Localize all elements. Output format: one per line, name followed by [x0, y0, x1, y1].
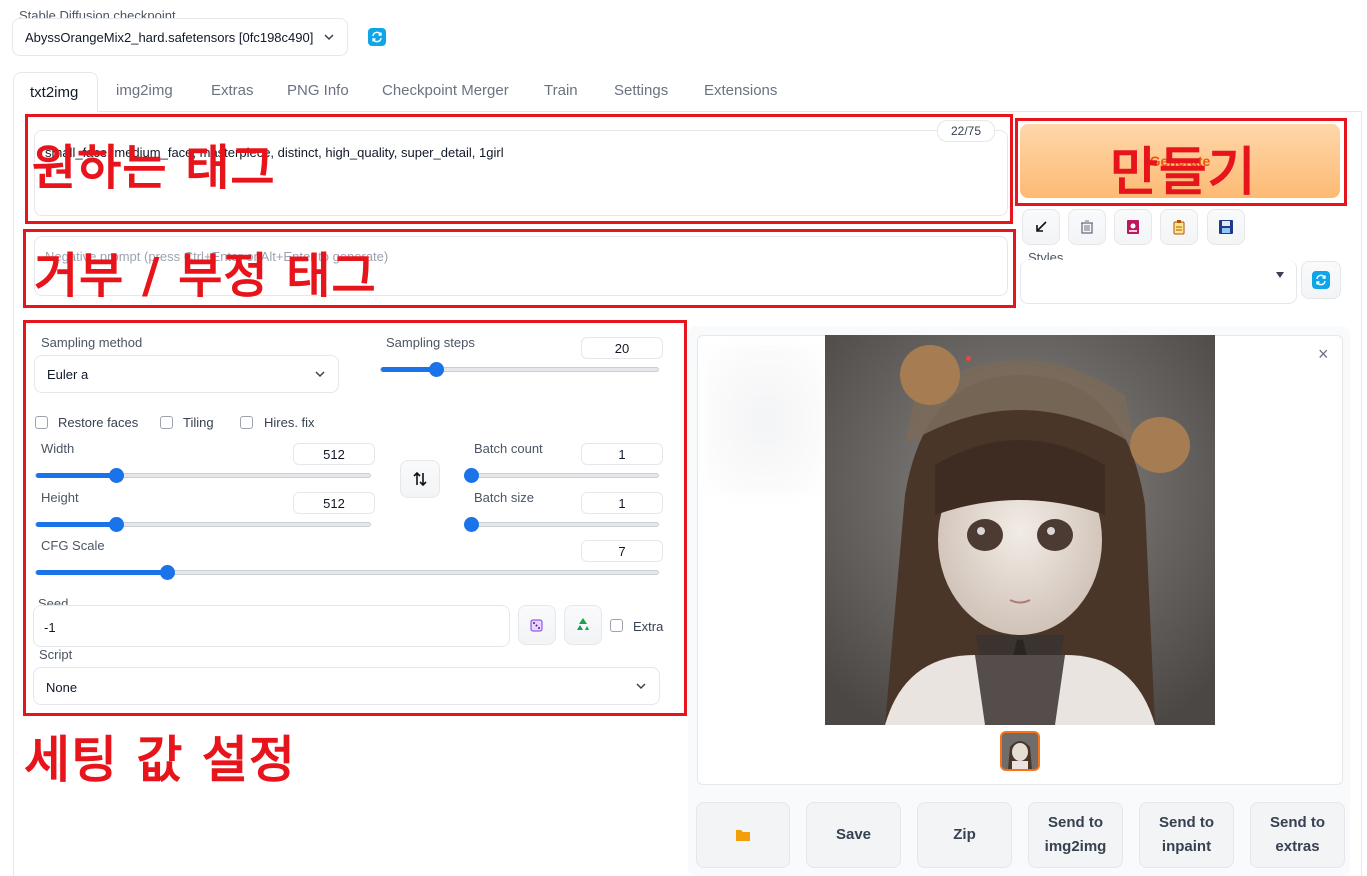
clipboard-icon — [1173, 220, 1185, 235]
refresh-icon — [372, 31, 382, 43]
checkpoint-value: AbyssOrangeMix2_hard.safetensors [0fc198… — [25, 30, 314, 45]
close-icon[interactable]: × — [1318, 344, 1329, 365]
tab-label: txt2img — [30, 84, 79, 101]
panel-border-right — [1361, 111, 1362, 876]
folder-icon — [736, 830, 750, 841]
tab-checkpoint-merger[interactable]: Checkpoint Merger — [382, 82, 509, 106]
gallery-shadow — [705, 345, 825, 495]
refresh-styles-button[interactable] — [1301, 261, 1341, 299]
arrow-down-left-icon — [1036, 221, 1047, 232]
button-line: Send to — [1048, 814, 1103, 831]
apply-style-button[interactable] — [1160, 209, 1198, 245]
button-line: Send to — [1159, 814, 1214, 831]
refresh-checkpoint-button[interactable] — [368, 28, 386, 46]
open-folder-button[interactable] — [696, 802, 790, 868]
clear-prompt-button[interactable] — [1068, 209, 1106, 245]
zip-button[interactable]: Zip — [917, 802, 1012, 868]
red-dot-marker — [966, 356, 971, 361]
tab-settings[interactable]: Settings — [614, 82, 668, 106]
annotation-prompt: 원하는 태그 — [32, 140, 276, 196]
button-line: img2img — [1044, 838, 1107, 855]
extra-networks-button[interactable] — [1114, 209, 1152, 245]
read-params-button[interactable] — [1022, 209, 1060, 245]
send-to-extras-button[interactable]: Send to extras — [1250, 802, 1345, 868]
refresh-icon — [1312, 271, 1330, 289]
thumbnail[interactable] — [1000, 731, 1040, 771]
tab-txt2img[interactable]: txt2img — [13, 72, 98, 112]
generated-image[interactable] — [825, 335, 1215, 725]
annotation-box-settings — [23, 320, 687, 716]
caret-down-icon — [1276, 272, 1284, 278]
tab-divider — [98, 111, 1362, 112]
save-style-button[interactable] — [1207, 209, 1245, 245]
styles-dropdown[interactable] — [1020, 260, 1297, 304]
picture-card-icon — [1127, 220, 1139, 234]
button-line: inpaint — [1161, 838, 1212, 855]
button-line: extras — [1275, 838, 1320, 855]
tab-extras[interactable]: Extras — [211, 82, 254, 106]
trash-icon — [1081, 220, 1093, 234]
tab-img2img[interactable]: img2img — [116, 82, 173, 106]
floppy-disk-icon — [1219, 220, 1233, 234]
send-to-img2img-button[interactable]: Send to img2img — [1028, 802, 1123, 868]
tab-train[interactable]: Train — [544, 82, 578, 106]
tab-extensions[interactable]: Extensions — [704, 82, 777, 106]
annotation-settings: 세팅 값 설정 — [24, 731, 296, 789]
send-to-inpaint-button[interactable]: Send to inpaint — [1139, 802, 1234, 868]
panel-border-left — [13, 111, 14, 876]
checkpoint-dropdown[interactable]: AbyssOrangeMix2_hard.safetensors [0fc198… — [12, 18, 348, 56]
save-button[interactable]: Save — [806, 802, 901, 868]
tab-png-info[interactable]: PNG Info — [287, 82, 349, 106]
button-line: Send to — [1270, 814, 1325, 831]
annotation-generate: 만들기 — [1110, 143, 1257, 203]
annotation-negative: 거부 / 부정 태그 — [34, 248, 377, 304]
chevron-down-icon — [324, 34, 334, 41]
